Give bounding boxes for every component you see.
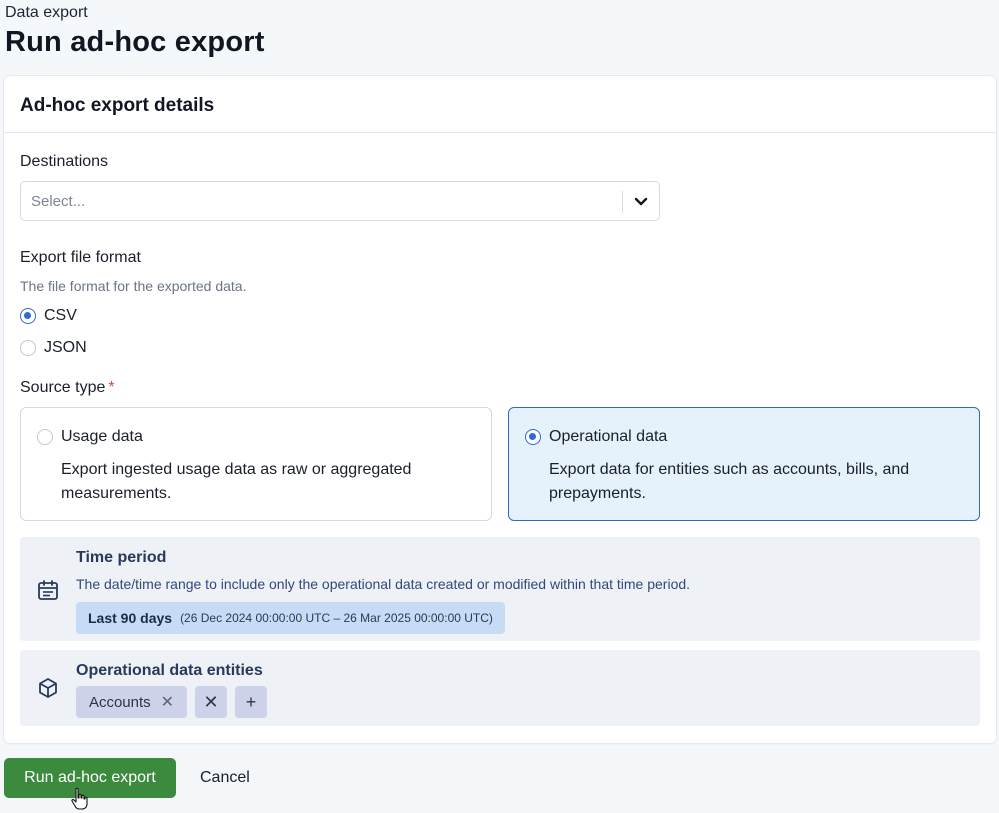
- export-details-card: Ad-hoc export details Destinations Selec…: [4, 76, 996, 743]
- usage-description: Export ingested usage data as raw or agg…: [61, 461, 412, 502]
- entities-title: Operational data entities: [76, 662, 263, 679]
- radio-usage[interactable]: [37, 429, 53, 445]
- hand-cursor-icon: [71, 787, 88, 810]
- breadcrumb: Data export: [5, 4, 88, 21]
- source-type-label-text: Source type: [20, 379, 106, 396]
- card-header: Ad-hoc export details: [4, 76, 996, 133]
- radio-json[interactable]: [20, 340, 36, 356]
- time-period-value[interactable]: Last 90 days (26 Dec 2024 00:00:00 UTC –…: [76, 602, 505, 634]
- plus-icon: +: [245, 691, 257, 712]
- radio-csv[interactable]: [20, 308, 36, 324]
- destinations-label: Destinations: [20, 153, 109, 170]
- card-title: Ad-hoc export details: [20, 95, 215, 116]
- time-period-panel: Time period The date/time range to inclu…: [20, 537, 980, 641]
- entity-chip-accounts[interactable]: Accounts ✕: [76, 686, 187, 718]
- cancel-button[interactable]: Cancel: [200, 769, 250, 787]
- radio-label-csv: CSV: [44, 307, 77, 324]
- destinations-placeholder: Select...: [31, 193, 86, 210]
- format-option-csv[interactable]: CSV: [20, 307, 77, 325]
- cube-icon: [39, 678, 57, 698]
- run-export-button[interactable]: Run ad-hoc export: [4, 758, 176, 798]
- time-period-description: The date/time range to include only the …: [76, 576, 691, 592]
- format-option-json[interactable]: JSON: [20, 339, 87, 357]
- source-option-operational[interactable]: Operational data Export data for entitie…: [508, 407, 980, 521]
- operational-description: Export data for entities such as account…: [549, 461, 910, 502]
- file-format-hint: The file format for the exported data.: [20, 278, 247, 294]
- time-period-range: (26 Dec 2024 00:00:00 UTC – 26 Mar 2025 …: [180, 611, 493, 625]
- remove-chip-icon[interactable]: ✕: [161, 692, 174, 712]
- clear-entities-button[interactable]: ✕: [195, 686, 227, 718]
- file-format-label: Export file format: [20, 249, 141, 266]
- clear-icon: ✕: [203, 691, 219, 712]
- operational-title: Operational data: [549, 428, 668, 445]
- destinations-select[interactable]: Select...: [20, 181, 660, 221]
- page-title: Run ad-hoc export: [5, 26, 265, 58]
- source-type-label: Source type *: [20, 379, 115, 397]
- radio-label-json: JSON: [44, 339, 87, 356]
- time-period-title: Time period: [76, 549, 167, 566]
- chevron-down-icon[interactable]: [633, 195, 649, 209]
- usage-title: Usage data: [61, 428, 143, 445]
- radio-operational[interactable]: [525, 429, 541, 445]
- entities-panel: Operational data entities Accounts ✕ ✕ +: [20, 650, 980, 726]
- source-option-usage[interactable]: Usage data Export ingested usage data as…: [20, 407, 492, 521]
- add-entity-button[interactable]: +: [235, 686, 267, 718]
- time-period-value-label: Last 90 days: [88, 610, 173, 626]
- required-mark: *: [108, 379, 115, 396]
- entity-chip-label: Accounts: [88, 693, 151, 711]
- select-divider: [622, 191, 623, 213]
- calendar-icon: [38, 580, 58, 600]
